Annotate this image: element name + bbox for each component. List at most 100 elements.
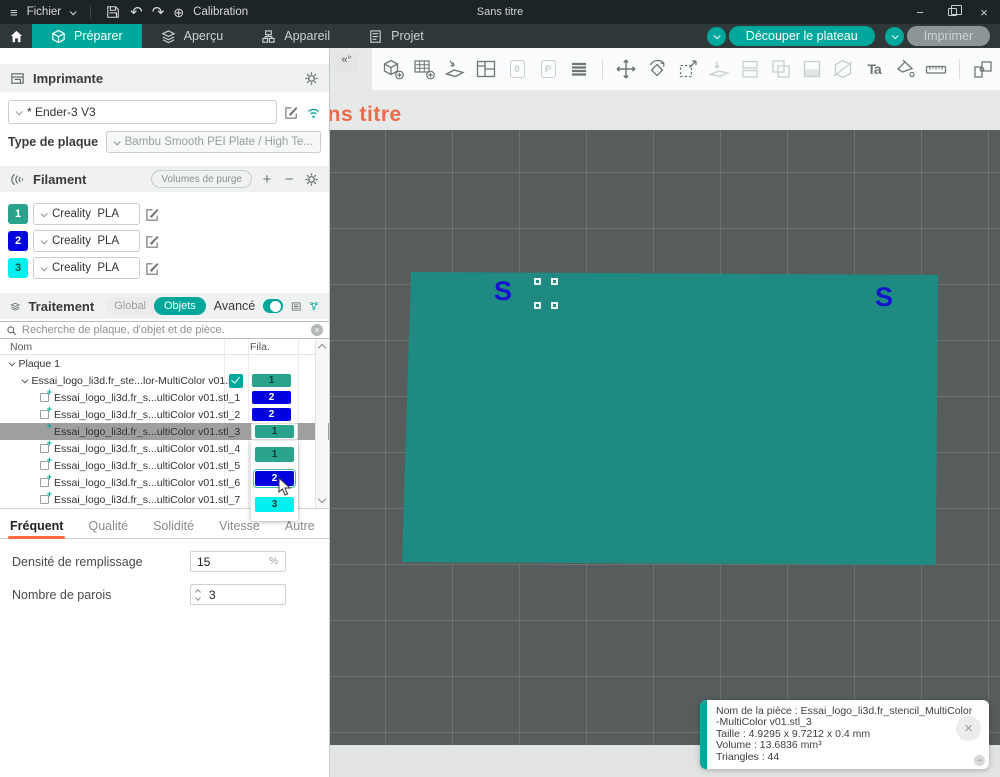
part-icon [40, 444, 49, 453]
edit-printer-icon[interactable] [284, 105, 299, 120]
scale-tool-button[interactable] [675, 56, 701, 82]
print-button[interactable]: Imprimer [907, 26, 990, 46]
part-info-tooltip: Nom de la pièce : Essai_logo_li3d.fr_ste… [700, 700, 989, 769]
slice-plate-button[interactable]: Découper le plateau [729, 26, 875, 46]
purge-volumes-button[interactable]: Volumes de purge [151, 170, 252, 188]
print-options-dropdown[interactable] [885, 27, 904, 46]
object-checkbox[interactable] [229, 374, 243, 388]
tab-preview[interactable]: Aperçu [142, 24, 243, 48]
lay-flat-icon [708, 58, 730, 80]
plate-type-select[interactable]: Bambu Smooth PEI Plate / High Te... [106, 131, 321, 153]
filament-settings-gear-icon[interactable] [304, 172, 319, 187]
file-menu-chevron-icon[interactable] [70, 8, 77, 15]
filament-assignment-swatch[interactable]: 2 [252, 391, 291, 404]
assembly-button[interactable] [970, 56, 996, 82]
edit-filament-icon[interactable] [145, 207, 160, 222]
collapse-caret-icon[interactable] [9, 360, 15, 366]
edit-filament-icon[interactable] [145, 261, 160, 276]
redo-icon[interactable]: ↷ [152, 5, 165, 20]
infill-density-input[interactable] [191, 555, 241, 569]
filament-select-2[interactable]: Creality PLA [33, 230, 140, 252]
filament-assignment-swatch[interactable]: 1 [252, 374, 291, 387]
filament-color-swatch[interactable]: 3 [8, 258, 28, 278]
filament-color-swatch[interactable]: 1 [8, 204, 28, 224]
chevron-down-icon [41, 237, 48, 244]
wifi-icon[interactable] [306, 105, 321, 120]
stepper-up-icon[interactable] [195, 589, 201, 595]
tab-strength[interactable]: Solidité [153, 517, 194, 539]
clear-search-button[interactable]: × [311, 324, 323, 336]
layers-stack-button[interactable] [566, 56, 592, 82]
build-area-grid[interactable]: S S [330, 130, 1000, 745]
restore-button[interactable] [936, 0, 968, 24]
move-tool-button[interactable] [613, 56, 639, 82]
assembly-puzzle-icon [972, 58, 994, 80]
current-filament-swatch: 1 [255, 425, 294, 438]
minimize-button[interactable]: − [904, 0, 936, 24]
remove-filament-button[interactable]: − [282, 172, 296, 187]
wall-count-stepper[interactable] [191, 590, 203, 600]
save-icon[interactable] [106, 5, 121, 20]
filament-slot-3: 3 Creality PLA [8, 257, 160, 279]
wall-count-input[interactable] [203, 588, 253, 602]
tab-device-label: Appareil [284, 29, 330, 43]
file-menu[interactable]: Fichier [27, 6, 62, 18]
rotate-tool-button[interactable] [644, 56, 670, 82]
tree-scrollbar[interactable] [315, 339, 328, 508]
filament-select-3[interactable]: Creality PLA [33, 257, 140, 279]
scope-objects-option[interactable]: Objets [154, 297, 206, 315]
dropdown-option-filament-3[interactable]: 3 [255, 497, 294, 512]
arrange-button[interactable] [473, 56, 499, 82]
close-button[interactable]: × [968, 0, 1000, 24]
undo-icon[interactable]: ↶ [130, 5, 143, 20]
tab-prepare[interactable]: Préparer [32, 24, 142, 48]
calibration-icon[interactable]: ⊕ [173, 6, 184, 19]
viewport-3d[interactable]: 0 P Ta «» Sans titre S S [330, 48, 1000, 777]
filament-select-1[interactable]: Creality PLA [33, 203, 140, 225]
process-nodes-icon[interactable] [309, 299, 319, 313]
arrange-icon [475, 58, 497, 80]
process-section-title: Traitement [28, 299, 94, 314]
measure-tool-button[interactable] [923, 56, 949, 82]
scale-icon [677, 58, 699, 80]
advanced-toggle[interactable] [263, 299, 283, 313]
tooltip-minimize-button[interactable]: − [974, 755, 985, 766]
filament-combo-open[interactable]: 1 [251, 423, 298, 440]
tree-row-plate[interactable]: Plaque 1 [0, 355, 329, 372]
printer-select[interactable]: * Ender-3 V3 [8, 100, 277, 124]
preset-list-icon[interactable] [291, 299, 301, 314]
scope-global-option[interactable]: Global [106, 300, 154, 312]
filament-color-swatch[interactable]: 2 [8, 231, 28, 251]
printer-settings-gear-icon[interactable] [304, 71, 319, 86]
add-filament-button[interactable]: + [260, 172, 274, 187]
dropdown-option-filament-1[interactable]: 1 [255, 447, 294, 462]
model-letter-right[interactable]: S [875, 282, 893, 313]
paint-tool-button[interactable] [892, 56, 918, 82]
tab-frequent[interactable]: Fréquent [10, 517, 63, 539]
calibration-menu[interactable]: Calibration [193, 6, 248, 18]
model-letter-left[interactable]: S [494, 276, 512, 307]
scroll-up-icon[interactable] [318, 344, 326, 352]
filament-assignment-swatch[interactable]: 2 [252, 408, 291, 421]
part-label: Essai_logo_li3d.fr_s...ultiColor v01.stl… [54, 409, 240, 421]
text-tool-button[interactable]: Ta [861, 56, 887, 82]
search-input[interactable] [22, 324, 306, 336]
add-plate-button[interactable] [411, 56, 437, 82]
auto-orient-button[interactable] [442, 56, 468, 82]
collapse-sidebar-button[interactable]: «» [335, 53, 358, 71]
scroll-down-icon[interactable] [318, 495, 326, 503]
tooltip-close-button[interactable]: × [956, 716, 981, 741]
stepper-down-icon[interactable] [195, 595, 201, 601]
tab-device[interactable]: Appareil [242, 24, 349, 48]
object-label: Essai_logo_li3d.fr_ste...lor-MultiColor … [32, 375, 239, 387]
home-button[interactable] [0, 24, 32, 48]
add-model-button[interactable] [380, 56, 406, 82]
edit-filament-icon[interactable] [145, 234, 160, 249]
filament-slot-1: 1 Creality PLA [8, 203, 160, 225]
hamburger-menu-icon[interactable]: ≡ [10, 6, 18, 19]
slice-options-dropdown[interactable] [707, 27, 726, 46]
collapse-caret-icon[interactable] [22, 377, 28, 383]
stencil-model[interactable]: S S [402, 272, 938, 565]
tab-quality[interactable]: Qualité [88, 517, 128, 539]
tab-project[interactable]: Projet [349, 24, 443, 48]
